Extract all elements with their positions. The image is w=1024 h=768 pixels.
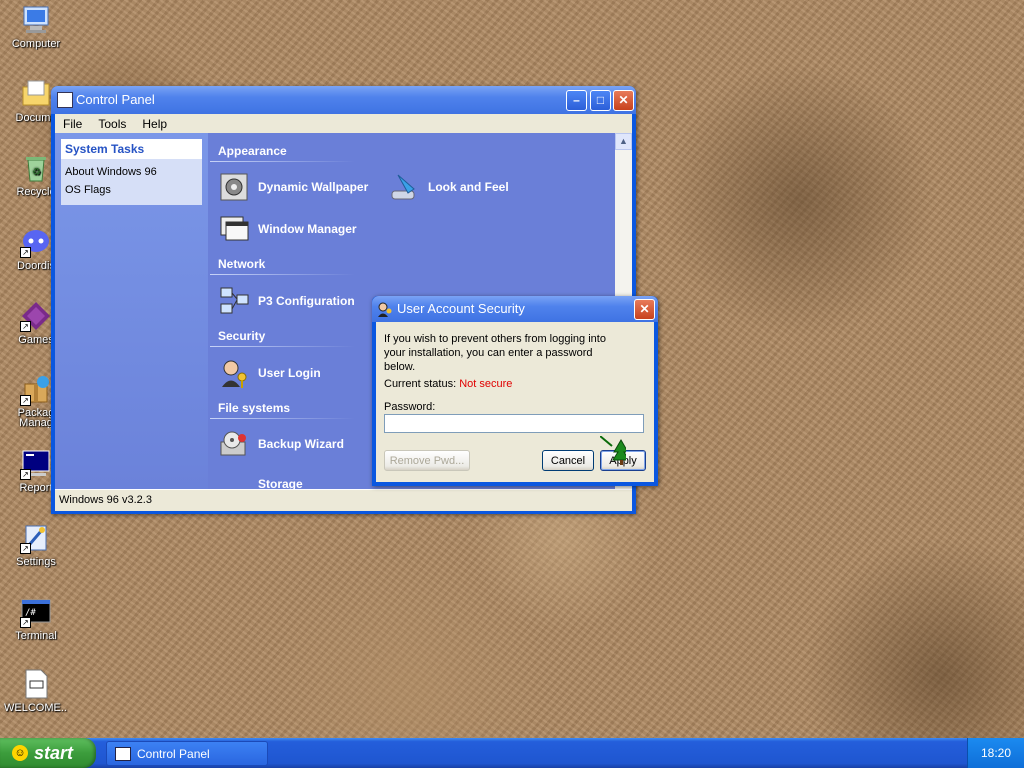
shortcut-arrow-icon: ↗ [20, 247, 31, 258]
status-label: Current status: [384, 378, 457, 390]
dialog-description: If you wish to prevent others from loggi… [384, 333, 606, 373]
documents-icon [20, 78, 52, 110]
terminal-icon: /# ↗ [20, 596, 52, 628]
system-tray-clock: 18:20 [967, 738, 1024, 768]
recycle-bin-icon: ♻ [20, 152, 52, 184]
desktop-icon-label: Terminal [15, 630, 57, 642]
dialog-titlebar[interactable]: User Account Security ✕ [372, 296, 658, 322]
computer-icon [20, 4, 52, 36]
window-title: Control Panel [76, 92, 155, 107]
task-pane: System Tasks About Windows 96 OS Flags [55, 133, 208, 489]
maximize-button[interactable]: □ [590, 90, 611, 111]
item-storage[interactable]: Storage [258, 477, 303, 489]
system-tasks-list: About Windows 96 OS Flags [61, 159, 202, 205]
item-label: Window Manager [258, 222, 357, 236]
control-panel-titlebar[interactable]: Control Panel – □ ✕ [51, 86, 636, 114]
taskbar-item-control-panel[interactable]: Control Panel [106, 741, 268, 766]
desktop-icon-label: Settings [16, 556, 56, 568]
shortcut-arrow-icon: ↗ [20, 543, 31, 554]
item-label: Dynamic Wallpaper [258, 180, 369, 194]
taskbar-item-label: Control Panel [137, 746, 210, 761]
window-manager-icon [218, 213, 250, 245]
chevron-up-icon: ▲ [619, 136, 628, 146]
shortcut-arrow-icon: ↗ [20, 321, 31, 332]
password-label: Password: [384, 401, 436, 413]
settings-icon: ↗ [20, 522, 52, 554]
item-label: User Login [258, 366, 321, 380]
desktop-icon-terminal[interactable]: /# ↗ Terminal [4, 596, 68, 642]
menu-help[interactable]: Help [134, 114, 175, 131]
section-appearance: Appearance [218, 144, 287, 158]
user-key-icon [377, 301, 393, 320]
item-label: Storage [258, 477, 303, 489]
tree-cursor-icon [599, 435, 630, 466]
games-icon: ↗ [20, 300, 52, 332]
backup-icon [218, 428, 250, 460]
item-window-manager[interactable]: Window Manager [218, 213, 357, 245]
control-panel-icon [57, 92, 73, 108]
minimize-icon: – [573, 93, 580, 107]
menu-file[interactable]: File [55, 114, 90, 131]
maximize-icon: □ [596, 93, 605, 107]
item-dynamic-wallpaper[interactable]: Dynamic Wallpaper [218, 171, 368, 203]
desktop-icon-label: WELCOME... [4, 702, 68, 714]
chat-app-icon: ↗ [20, 226, 52, 258]
desktop-icon-computer[interactable]: Computer [4, 4, 68, 50]
dialog-close-button[interactable]: ✕ [634, 299, 655, 320]
minimize-button[interactable]: – [566, 90, 587, 111]
status-bar: Windows 96 v3.2.3 [55, 489, 632, 511]
shortcut-arrow-icon: ↗ [20, 395, 31, 406]
start-label: start [34, 742, 74, 763]
section-divider [210, 274, 355, 275]
item-label: P3 Configuration [258, 294, 355, 308]
scroll-up-button[interactable]: ▲ [615, 133, 632, 150]
system-tasks-heading: System Tasks [61, 139, 202, 159]
taskbar: ☺ start Control Panel 18:20 [0, 738, 1024, 768]
item-label: Backup Wizard [258, 437, 344, 451]
item-user-login[interactable]: User Login [218, 357, 321, 389]
report-icon: ↗ [20, 448, 52, 480]
control-panel-icon [115, 746, 131, 761]
close-button[interactable]: ✕ [613, 90, 634, 111]
look-and-feel-icon [388, 171, 420, 203]
user-key-icon [218, 357, 250, 389]
section-security: Security [218, 329, 266, 343]
system-tasks-box: System Tasks About Windows 96 OS Flags [61, 139, 202, 205]
item-p3-configuration[interactable]: P3 Configuration [218, 285, 355, 317]
network-icon [218, 285, 250, 317]
task-os-flags[interactable]: OS Flags [65, 181, 198, 199]
shortcut-arrow-icon: ↗ [20, 469, 31, 480]
desktop-icon-welcome[interactable]: WELCOME... [4, 668, 68, 714]
text-file-icon [20, 668, 52, 700]
section-divider [210, 161, 355, 162]
package-manager-icon: ↗ [20, 374, 52, 406]
task-about-windows[interactable]: About Windows 96 [65, 163, 198, 181]
wallpaper-icon [218, 171, 250, 203]
status-value: Not secure [459, 378, 513, 390]
section-divider [210, 418, 355, 419]
cancel-button[interactable]: Cancel [542, 450, 594, 471]
close-icon: ✕ [639, 302, 650, 316]
section-network: Network [218, 257, 266, 271]
item-label: Look and Feel [428, 180, 509, 194]
smiley-icon: ☺ [12, 745, 28, 761]
password-input[interactable] [384, 414, 644, 433]
desktop-icon-label: Computer [11, 38, 61, 50]
shortcut-arrow-icon: ↗ [20, 617, 31, 628]
item-look-and-feel[interactable]: Look and Feel [388, 171, 509, 203]
menu-bar: File Tools Help [55, 114, 632, 133]
dialog-title: User Account Security [397, 301, 525, 316]
menu-tools[interactable]: Tools [90, 114, 134, 131]
svg-text:♻: ♻ [32, 167, 41, 178]
close-icon: ✕ [618, 93, 629, 107]
item-backup-wizard[interactable]: Backup Wizard [218, 428, 344, 460]
desktop-icon-settings[interactable]: ↗ Settings [4, 522, 68, 568]
section-divider [210, 346, 355, 347]
section-file-systems: File systems [218, 401, 291, 415]
remove-password-button[interactable]: Remove Pwd... [384, 450, 470, 471]
start-button[interactable]: ☺ start [0, 738, 96, 768]
current-status: Current status: Not secure [384, 378, 512, 390]
